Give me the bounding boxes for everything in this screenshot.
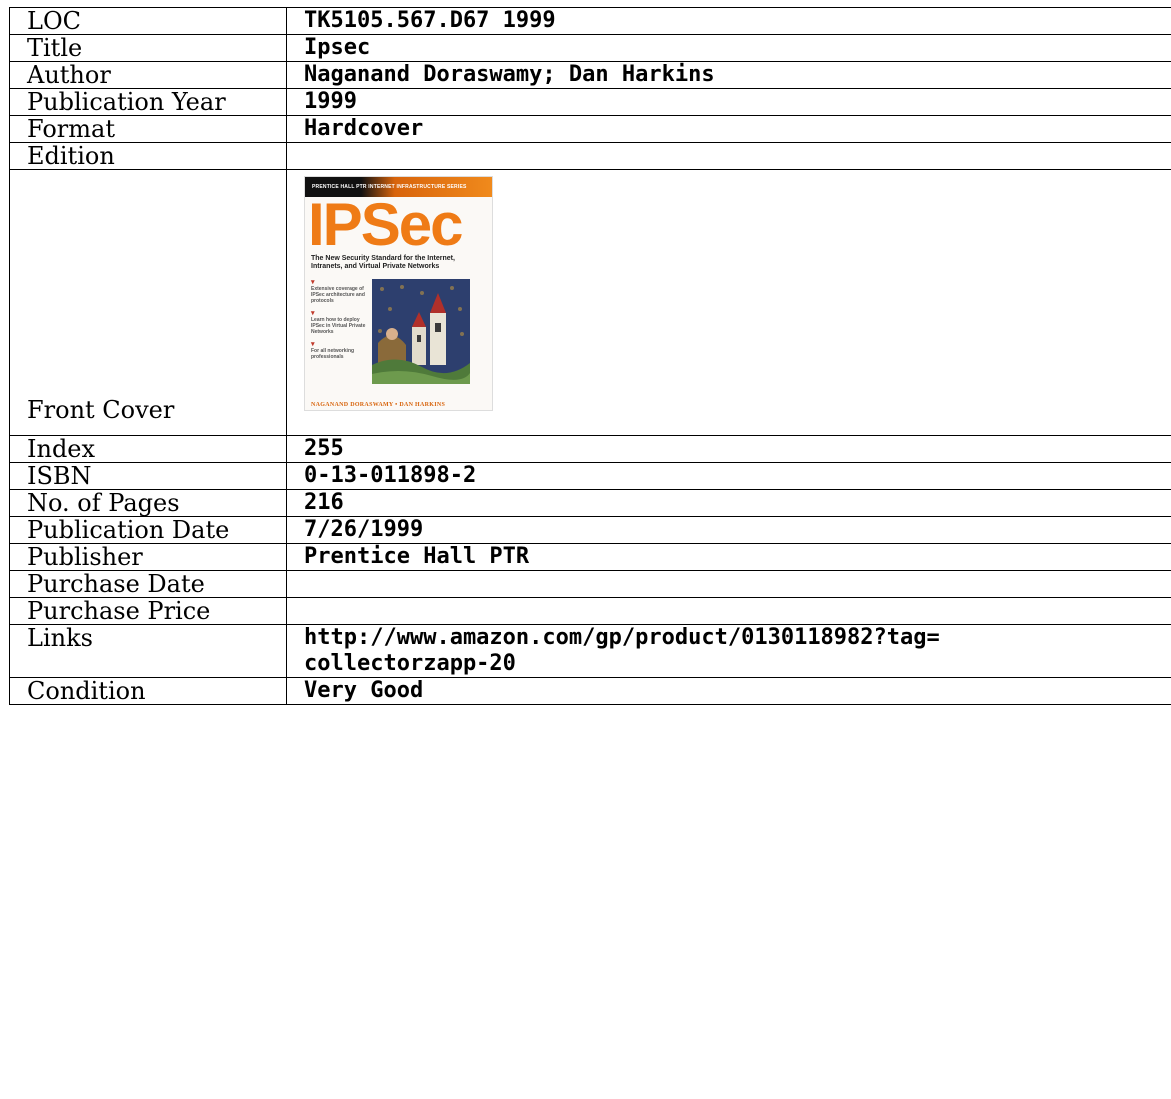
purchase-price-label: Purchase Price: [9, 597, 287, 625]
author-label: Author: [9, 61, 287, 89]
title-value: Ipsec: [286, 34, 1171, 62]
cover-bullet: ▾ For all networking professionals: [311, 341, 369, 360]
isbn-value: 0-13-011898-2: [286, 462, 1171, 490]
cover-bullet-text: Learn how to deploy IPSec in Virtual Pri…: [311, 317, 366, 335]
publisher-label: Publisher: [9, 543, 287, 571]
links-label: Links: [9, 624, 287, 678]
triangle-bullet-icon: ▾: [311, 310, 315, 317]
publication-date-value: 7/26/1999: [286, 516, 1171, 544]
cover-title: IPSec: [308, 191, 463, 258]
book-cover-image[interactable]: PRENTICE HALL PTR INTERNET INFRASTRUCTUR…: [304, 176, 493, 411]
row-publication-year: Publication Year 1999: [9, 88, 1171, 116]
link-url-line1[interactable]: http://www.amazon.com/gp/product/0130118…: [304, 625, 940, 650]
purchase-date-value: [286, 570, 1171, 598]
links-value[interactable]: http://www.amazon.com/gp/product/0130118…: [286, 624, 1171, 678]
row-links: Links http://www.amazon.com/gp/product/0…: [9, 624, 1171, 678]
title-label: Title: [9, 34, 287, 62]
row-purchase-date: Purchase Date: [9, 570, 1171, 598]
row-publisher: Publisher Prentice Hall PTR: [9, 543, 1171, 571]
castle-illustration-icon: [372, 279, 470, 384]
cover-subtitle: The New Security Standard for the Intern…: [311, 255, 455, 270]
row-publication-date: Publication Date 7/26/1999: [9, 516, 1171, 544]
row-condition: Condition Very Good: [9, 677, 1171, 705]
cover-bullet-text: For all networking professionals: [311, 348, 355, 360]
index-label: Index: [9, 435, 287, 463]
publication-year-value: 1999: [286, 88, 1171, 116]
link-url-line2[interactable]: collectorzapp-20: [304, 651, 516, 676]
edition-value: [286, 142, 1171, 170]
condition-value: Very Good: [286, 677, 1171, 705]
format-value: Hardcover: [286, 115, 1171, 143]
cover-bullet-text: Extensive coverage of IPSec architecture…: [311, 286, 365, 304]
loc-value: TK5105.567.D67 1999: [286, 7, 1171, 35]
row-isbn: ISBN 0-13-011898-2: [9, 462, 1171, 490]
row-index: Index 255: [9, 435, 1171, 463]
cover-authors: NAGANAND DORASWAMY • DAN HARKINS: [311, 402, 446, 408]
publication-year-label: Publication Year: [9, 88, 287, 116]
pages-value: 216: [286, 489, 1171, 517]
edition-label: Edition: [9, 142, 287, 170]
row-pages: No. of Pages 216: [9, 489, 1171, 517]
cover-bullet: ▾ Learn how to deploy IPSec in Virtual P…: [311, 310, 369, 335]
row-format: Format Hardcover: [9, 115, 1171, 143]
cover-bullet: ▾ Extensive coverage of IPSec architectu…: [311, 279, 369, 304]
publication-date-label: Publication Date: [9, 516, 287, 544]
row-title: Title Ipsec: [9, 34, 1171, 62]
triangle-bullet-icon: ▾: [311, 279, 315, 286]
index-value: 255: [286, 435, 1171, 463]
cover-bullet-list: ▾ Extensive coverage of IPSec architectu…: [311, 279, 369, 366]
publisher-value: Prentice Hall PTR: [286, 543, 1171, 571]
row-front-cover: Front Cover PRENTICE HALL PTR INTERNET I…: [9, 169, 1171, 436]
loc-label: LOC: [9, 7, 287, 35]
format-label: Format: [9, 115, 287, 143]
front-cover-cell: PRENTICE HALL PTR INTERNET INFRASTRUCTUR…: [286, 169, 1171, 436]
row-purchase-price: Purchase Price: [9, 597, 1171, 625]
author-value: Naganand Doraswamy; Dan Harkins: [286, 61, 1171, 89]
condition-label: Condition: [9, 677, 287, 705]
isbn-label: ISBN: [9, 462, 287, 490]
book-record-table: LOC TK5105.567.D67 1999 Title Ipsec Auth…: [9, 7, 1171, 705]
triangle-bullet-icon: ▾: [311, 341, 315, 348]
row-author: Author Naganand Doraswamy; Dan Harkins: [9, 61, 1171, 89]
row-edition: Edition: [9, 142, 1171, 170]
row-loc: LOC TK5105.567.D67 1999: [9, 7, 1171, 35]
pages-label: No. of Pages: [9, 489, 287, 517]
front-cover-label: Front Cover: [9, 169, 287, 436]
purchase-date-label: Purchase Date: [9, 570, 287, 598]
purchase-price-value: [286, 597, 1171, 625]
